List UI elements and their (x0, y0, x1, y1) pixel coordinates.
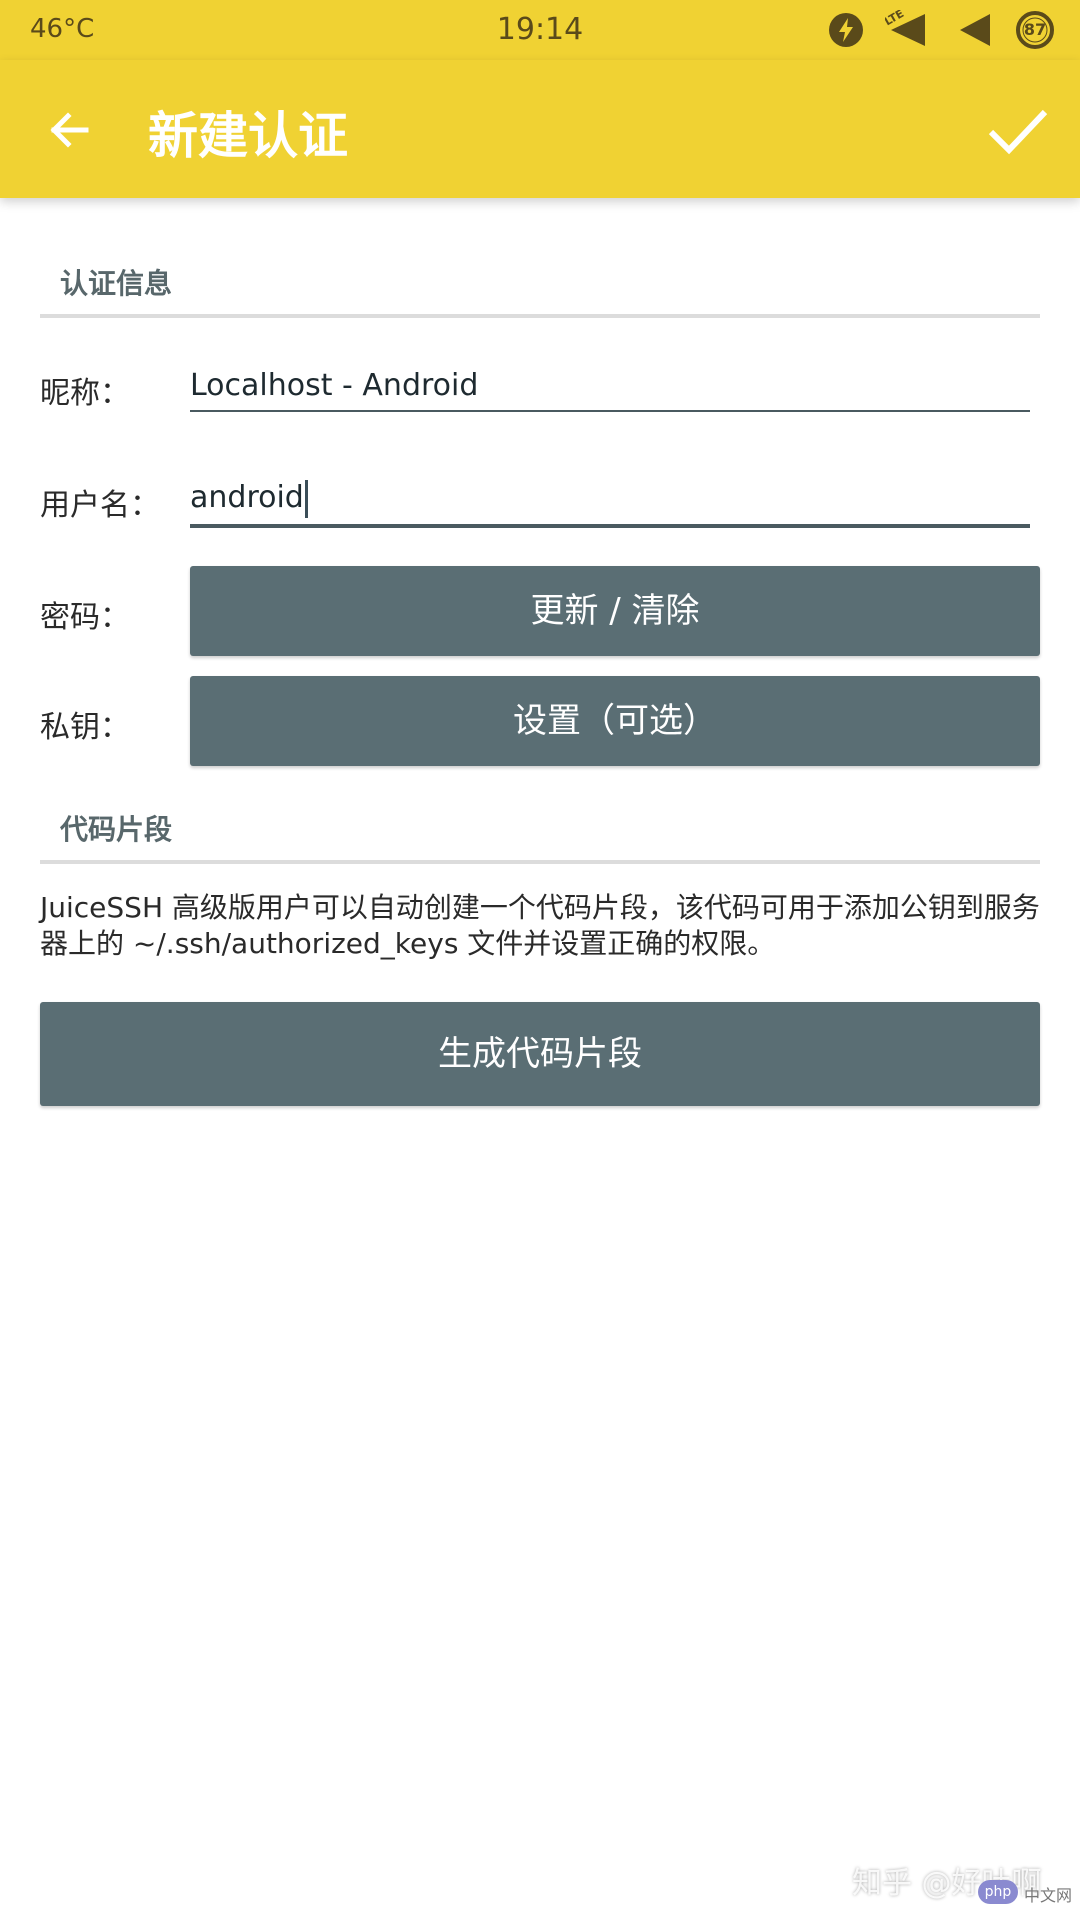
nickname-field[interactable]: Localhost - Android (190, 364, 1030, 408)
status-bar: 46°C 19:14 LTE 87 (0, 0, 1080, 60)
section-title-snippet: 代码片段 (60, 813, 173, 846)
lte-signal-icon: LTE (885, 10, 925, 46)
username-label: 用户名： (40, 488, 160, 523)
username-value: android (190, 480, 304, 515)
username-field[interactable]: android (190, 476, 1030, 520)
check-icon[interactable] (985, 98, 1049, 162)
text-cursor (304, 479, 308, 518)
password-update-clear-button[interactable]: 更新 / 清除 (190, 566, 1040, 656)
snippet-description: JuiceSSH 高级版用户可以自动创建一个代码片段，该代码可用于添加公钥到服务… (40, 891, 1040, 960)
section-divider (40, 314, 1040, 318)
password-label: 密码： (40, 600, 130, 635)
username-underline (190, 524, 1030, 528)
arrow-left-icon[interactable] (42, 102, 98, 158)
nickname-value: Localhost - Android (190, 368, 479, 403)
php-badge: php (978, 1880, 1018, 1904)
nickname-label: 昵称： (40, 376, 130, 411)
battery-level: 87 (1023, 20, 1047, 39)
generate-snippet-button[interactable]: 生成代码片段 (40, 1002, 1040, 1106)
battery-icon: 87 (1015, 10, 1059, 50)
page-title: 新建认证 (148, 107, 348, 165)
private-key-set-button[interactable]: 设置（可选） (190, 676, 1040, 766)
php-badge-caption: 中文网 (1024, 1886, 1073, 1905)
private-key-label: 私钥： (40, 710, 130, 745)
section-title-auth: 认证信息 (60, 267, 173, 300)
signal-icon (960, 14, 990, 46)
section-divider (40, 860, 1040, 864)
app-bar: 新建认证 (0, 60, 1080, 198)
nickname-underline (190, 410, 1030, 412)
power-saver-icon (829, 13, 863, 47)
